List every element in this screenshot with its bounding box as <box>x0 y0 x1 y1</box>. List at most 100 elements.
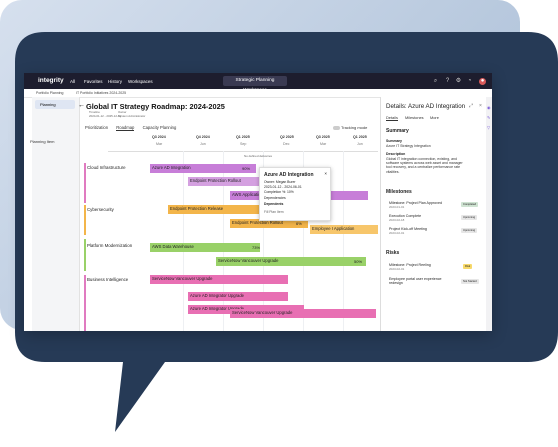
quarter-label: Q2 2025 <box>280 135 294 139</box>
nav-all[interactable]: All <box>70 79 75 84</box>
tab-capacity-planning[interactable]: Capacity Planning <box>143 125 177 130</box>
bar-azure-integrator-upgrade[interactable]: Azure AD Integrator Upgrade <box>188 292 288 301</box>
sidebar: Planning <box>32 97 80 331</box>
toggle-switch-icon[interactable] <box>333 125 340 130</box>
bar-servicenow-upgrade-3[interactable]: ServiceNow Vancouver Upgrade <box>230 309 376 318</box>
group-indicator <box>84 163 86 203</box>
bar-progress-label: 73% <box>252 245 261 250</box>
tab-roadmap[interactable]: Roadmap <box>116 125 135 131</box>
risk-name: Employee portal user experience redesign <box>389 277 442 285</box>
nav-workspaces[interactable]: Workspaces <box>128 79 153 84</box>
milestone-date: 2023-02-18 <box>389 218 405 222</box>
notifications-icon[interactable]: ◔ <box>466 78 473 85</box>
risks-heading: Risks <box>386 250 400 256</box>
search-icon[interactable]: ⌕ <box>432 78 439 85</box>
tracking-mode-label: Tracking mode <box>341 125 368 130</box>
details-tab-milestones[interactable]: Milestones <box>405 115 424 120</box>
filter-icon[interactable]: ▽ <box>487 125 490 130</box>
risk-item[interactable]: Employee portal user experience redesign <box>389 277 449 285</box>
sidebar-item-planning[interactable]: Planning <box>35 100 75 109</box>
month-label: Jun <box>200 142 206 146</box>
risk-item[interactable]: Milestone: Project Reeling 2023-02-01 <box>389 263 431 271</box>
status-badge: Upcoming <box>461 215 478 220</box>
settings-icon[interactable]: ⚙ <box>455 78 462 85</box>
quarter-label: Q3 2024 <box>152 135 166 139</box>
bar-servicenow-vancouver[interactable]: ServiceNow Vancouver Upgrade <box>216 257 366 266</box>
status-badge: Upcoming <box>461 228 478 233</box>
month-label: Mar <box>320 142 327 146</box>
bar-employee-application[interactable]: Employee I Application <box>310 225 378 234</box>
page-title: Global IT Strategy Roadmap: 2024-2025 <box>86 102 225 111</box>
breadcrumb-portfolio[interactable]: Portfolio Planning <box>36 91 63 95</box>
item-popup-card: Azure AD Integration × Owner: Megan Bure… <box>259 167 331 221</box>
breadcrumb-initiatives[interactable]: IT Portfolio Initiatives 2024-2025 <box>76 91 126 95</box>
help-icon[interactable]: ? <box>444 78 451 85</box>
settings-icon[interactable]: ◉ <box>487 105 491 110</box>
nav-favorites[interactable]: Favorites <box>84 79 103 84</box>
popup-dependencies[interactable]: Dependencies <box>264 196 286 200</box>
meta-timeline-value: 2024-01-12 - 2025-12-31 <box>89 113 122 118</box>
details-tab-details[interactable]: Details <box>386 115 398 121</box>
app-window: integrity All Favorites History Workspac… <box>24 73 492 331</box>
tracking-mode-toggle[interactable]: Tracking mode <box>333 125 367 130</box>
description-value: Global IT integration connection, existi… <box>386 157 463 174</box>
roadmap-tabs: Prioritization Roadmap Capacity Planning <box>85 125 183 131</box>
month-label: Sep <box>240 142 247 146</box>
group-cloud-infrastructure[interactable]: Cloud Infrastructure <box>87 165 126 170</box>
planning-item-header: Planning Item <box>30 139 55 144</box>
popup-completion: Completion %: 10% <box>264 190 294 194</box>
group-indicator <box>84 239 86 271</box>
milestone-item[interactable]: Project Kick-off Meeting 2023-02-01 <box>389 227 427 235</box>
no-deliveries-label: No defined deliveries <box>244 154 273 158</box>
milestone-item[interactable]: Execution Complete 2023-02-18 <box>389 214 421 222</box>
details-panel: Details: Azure AD Integration ⤢ × Detail… <box>380 97 492 331</box>
summary-heading: Summary <box>386 128 409 134</box>
top-navbar: integrity All Favorites History Workspac… <box>24 73 492 93</box>
quarter-label: Q1 2025 <box>353 135 367 139</box>
meta-owner-value: System Administrator <box>118 113 146 118</box>
group-indicator <box>84 205 86 235</box>
close-icon[interactable]: × <box>479 103 482 109</box>
risk-badge: Risk <box>463 264 473 269</box>
tab-prioritization[interactable]: Prioritization <box>85 125 108 130</box>
workspace-selector[interactable]: Strategic Planning Workspace <box>223 76 287 93</box>
details-title: Details: Azure AD Integration <box>386 103 466 110</box>
popup-title: Azure AD Integration <box>264 172 314 178</box>
app-logo[interactable]: integrity <box>38 77 64 84</box>
bar-aws-data-warehouse[interactable]: AWS Data Warehouse <box>150 243 260 252</box>
right-toolbar: ◉ ✎ ▽ <box>486 97 492 331</box>
close-icon[interactable]: × <box>324 171 327 176</box>
milestones-heading: Milestones <box>386 189 412 195</box>
edit-icon[interactable]: ✎ <box>487 115 490 120</box>
group-cybersecurity[interactable]: Cybersecurity <box>87 207 114 212</box>
bar-progress-label: 90% <box>242 166 251 171</box>
quarter-label: Q3 2025 <box>316 135 330 139</box>
bar-progress-label: 50% <box>354 259 363 264</box>
back-arrow-icon[interactable]: ← <box>78 102 85 109</box>
avatar[interactable]: ● <box>479 77 486 85</box>
timeline-header: Q3 2024 Q4 2024 Q1 2025 Q2 2025 Q3 2025 … <box>108 135 378 152</box>
milestone-item[interactable]: Milestone: Project Plan Approved 2023-01… <box>389 201 442 209</box>
milestone-date: 2023-01-01 <box>389 205 405 209</box>
risk-date: 2023-02-01 <box>389 267 405 271</box>
milestone-date: 2023-02-01 <box>389 231 405 235</box>
summary-label: Summary <box>386 139 402 143</box>
quarter-label: Q4 2024 <box>196 135 210 139</box>
group-business-intelligence[interactable]: Business Intelligence <box>87 277 128 282</box>
popup-owner: Owner: Megan Burer <box>264 180 296 184</box>
details-tab-more[interactable]: More <box>430 115 439 120</box>
roadmap-meta: Timeline 2024-01-12 - 2025-12-31 <box>89 110 122 119</box>
summary-value: Azure IT Strategy Integration <box>386 144 431 148</box>
description-label: Description <box>386 152 406 156</box>
group-platform-modernization[interactable]: Platform Modernization <box>87 243 132 248</box>
popup-dependents[interactable]: Dependents <box>264 202 283 206</box>
risk-badge: Not Started <box>461 279 479 284</box>
popup-link[interactable]: Fill Plan Item <box>264 210 284 214</box>
roadmap-owner: Owner System Administrator <box>118 110 146 119</box>
bar-azure-ad-integration[interactable]: Azure AD Integration <box>150 164 256 173</box>
popup-dates: 2023-01-12 - 2024-06-01 <box>264 185 302 189</box>
month-label: Dec <box>283 142 290 146</box>
expand-icon[interactable]: ⤢ <box>469 103 473 109</box>
bar-servicenow-upgrade[interactable]: ServiceNow Vancouver Upgrade <box>150 275 288 284</box>
nav-history[interactable]: History <box>108 79 122 84</box>
